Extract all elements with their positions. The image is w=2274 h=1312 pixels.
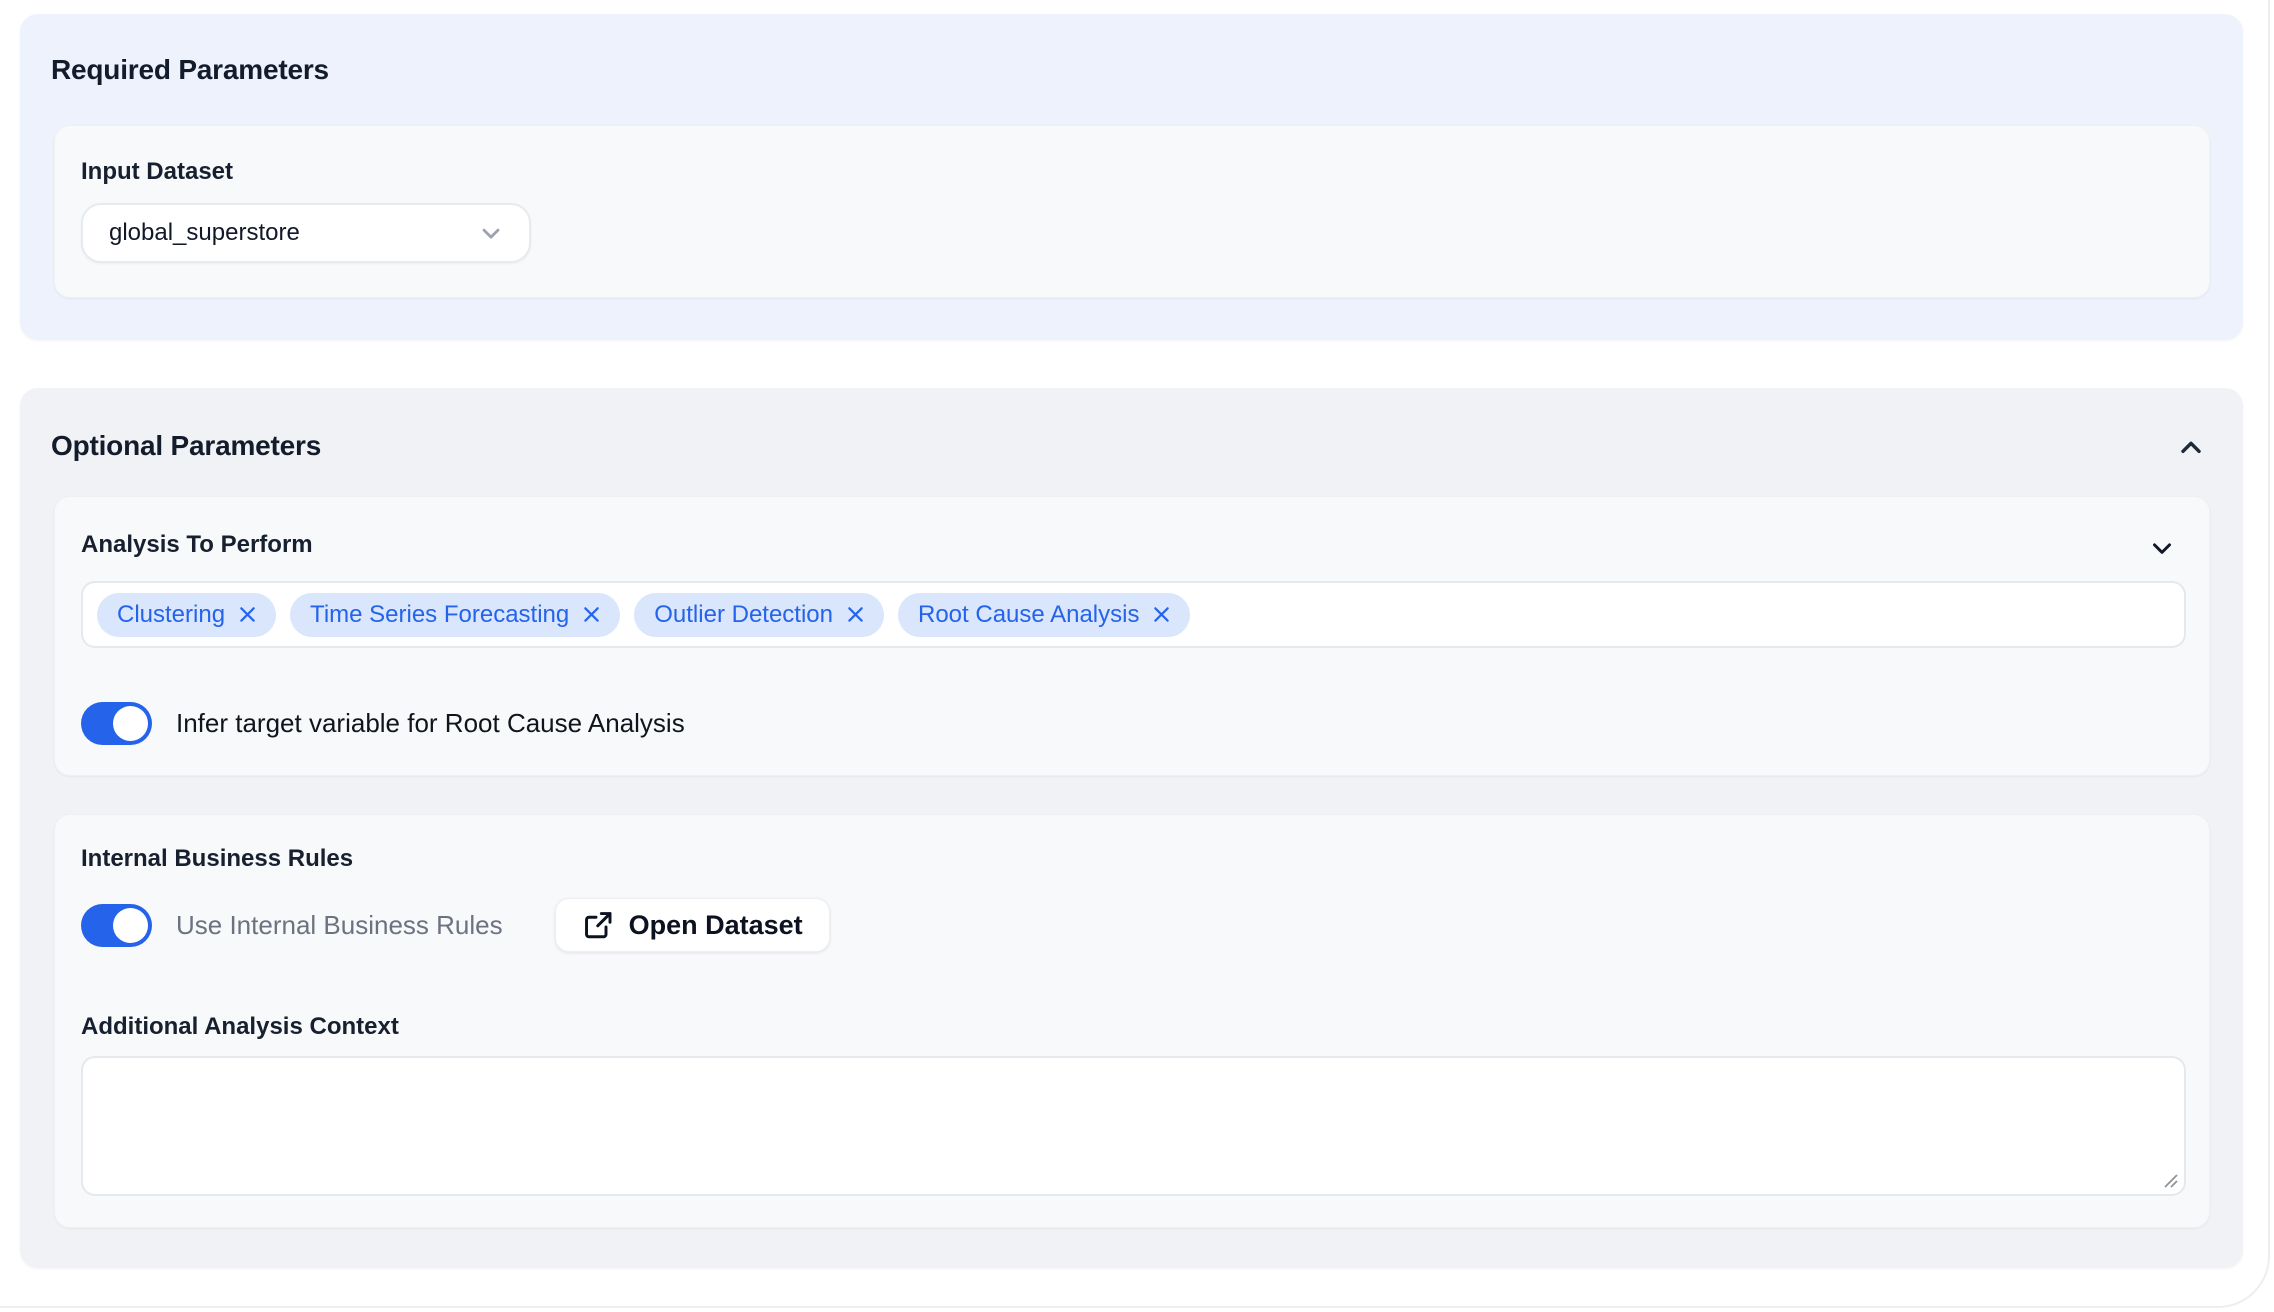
external-link-icon	[582, 909, 614, 941]
tag-remove-icon[interactable]	[237, 604, 258, 625]
chevron-down-icon	[477, 219, 505, 247]
additional-analysis-context-label: Additional Analysis Context	[81, 1013, 399, 1041]
use-internal-rules-toggle[interactable]	[81, 904, 152, 947]
tag-remove-icon[interactable]	[581, 604, 602, 625]
collapse-section-button[interactable]	[2175, 432, 2207, 469]
internal-business-rules-card: Internal Business Rules Use Internal Bus…	[54, 814, 2210, 1228]
tag-label: Outlier Detection	[654, 601, 833, 629]
tag-label: Root Cause Analysis	[918, 601, 1139, 629]
toggle-knob	[113, 908, 148, 943]
parameters-page: Required Parameters Input Dataset global…	[0, 0, 2274, 1312]
tag-label: Time Series Forecasting	[310, 601, 569, 629]
infer-target-toggle[interactable]	[81, 702, 152, 745]
analysis-multiselect-field[interactable]: Clustering Time Series Forecasting Outli…	[81, 581, 2186, 648]
tag-remove-icon[interactable]	[1151, 604, 1172, 625]
tag-time-series-forecasting[interactable]: Time Series Forecasting	[290, 593, 620, 637]
analysis-to-perform-label: Analysis To Perform	[81, 531, 313, 559]
optional-parameters-card: Optional Parameters Analysis To Perform …	[20, 388, 2243, 1268]
chevron-down-icon	[2147, 533, 2177, 563]
analysis-to-perform-card: Analysis To Perform Clustering Time Seri…	[54, 496, 2210, 776]
infer-target-toggle-label: Infer target variable for Root Cause Ana…	[176, 708, 685, 739]
additional-analysis-context-input[interactable]	[81, 1056, 2186, 1196]
toggle-knob	[113, 706, 148, 741]
open-dataset-button[interactable]: Open Dataset	[555, 898, 830, 952]
open-dataset-button-label: Open Dataset	[629, 910, 803, 941]
required-parameters-title: Required Parameters	[51, 54, 329, 86]
tag-outlier-detection[interactable]: Outlier Detection	[634, 593, 884, 637]
tag-label: Clustering	[117, 601, 225, 629]
input-dataset-label: Input Dataset	[81, 158, 233, 186]
input-dataset-select[interactable]: global_superstore	[81, 203, 531, 263]
internal-business-rules-title: Internal Business Rules	[81, 845, 353, 873]
tag-root-cause-analysis[interactable]: Root Cause Analysis	[898, 593, 1190, 637]
tag-clustering[interactable]: Clustering	[97, 593, 276, 637]
tag-remove-icon[interactable]	[845, 604, 866, 625]
use-internal-rules-toggle-label: Use Internal Business Rules	[176, 910, 503, 941]
required-parameters-card: Required Parameters Input Dataset global…	[20, 14, 2243, 340]
collapse-analysis-button[interactable]	[2147, 533, 2177, 568]
optional-parameters-title: Optional Parameters	[51, 430, 321, 462]
input-dataset-selected-value: global_superstore	[109, 219, 300, 247]
input-dataset-card: Input Dataset global_superstore	[54, 125, 2210, 298]
chevron-up-icon	[2175, 432, 2207, 464]
